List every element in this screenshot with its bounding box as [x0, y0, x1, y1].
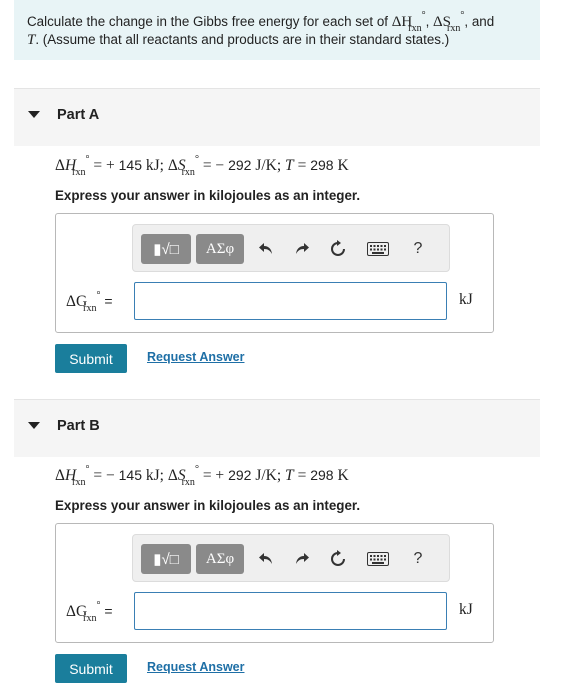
greek-symbols-button[interactable]: ΑΣφ [196, 234, 244, 264]
t-value: 298 [310, 467, 334, 483]
help-button[interactable]: ? [405, 545, 431, 573]
dh-unit: kJ; [145, 467, 164, 484]
problem-statement: Calculate the change in the Gibbs free e… [14, 0, 540, 60]
submit-button[interactable]: Submit [55, 654, 127, 683]
answer-box: ▮√□ ΑΣφ ? ΔGrxn° = kJ [55, 213, 494, 333]
ds-unit: J/K; [255, 467, 282, 484]
ds-value: 292 [228, 157, 252, 173]
templates-button[interactable]: ▮√□ [141, 234, 191, 264]
undo-icon[interactable] [253, 235, 279, 263]
ds-unit: J/K; [255, 157, 282, 174]
dh-symbol: ΔHrxn° = − [55, 463, 115, 489]
greek-symbols-button[interactable]: ΑΣφ [196, 544, 244, 574]
part-title: Part A [57, 107, 100, 123]
request-answer-link[interactable]: Request Answer [147, 350, 244, 364]
collapse-triangle-icon[interactable] [28, 111, 40, 118]
answer-label: ΔGrxn° = [66, 289, 113, 315]
instruction: Express your answer in kilojoules as an … [55, 188, 361, 203]
intro-ds-symbol: ΔSrxn° [433, 10, 465, 34]
t-value: 298 [310, 157, 334, 173]
t-unit: K [337, 157, 349, 174]
t-eq: = [297, 467, 307, 484]
answer-label: ΔGrxn° = [66, 599, 113, 625]
collapse-triangle-icon[interactable] [28, 422, 40, 429]
intro-text: Calculate the change in the Gibbs free e… [27, 14, 392, 29]
ds-symbol: ΔSrxn° = − [167, 153, 225, 179]
intro-text-end: . (Assume that all reactants and product… [35, 32, 450, 47]
dh-unit: kJ; [145, 157, 164, 174]
request-answer-link[interactable]: Request Answer [147, 660, 244, 674]
part-b-header[interactable]: Part B [14, 399, 540, 457]
help-button[interactable]: ? [405, 235, 431, 263]
ds-value: 292 [228, 467, 252, 483]
dh-value: 145 [118, 467, 142, 483]
given-values: ΔHrxn° = + 145 kJ; ΔSrxn° = − 292 J/K; T… [55, 153, 349, 179]
answer-input[interactable] [134, 282, 447, 320]
templates-button[interactable]: ▮√□ [141, 544, 191, 574]
redo-icon[interactable] [289, 545, 315, 573]
part-a-header[interactable]: Part A [14, 88, 540, 146]
part-title: Part B [57, 418, 100, 434]
instruction: Express your answer in kilojoules as an … [55, 498, 361, 513]
reset-icon[interactable] [325, 545, 351, 573]
dh-value: 145 [118, 157, 142, 173]
reset-icon[interactable] [325, 235, 351, 263]
dh-symbol: ΔHrxn° = + [55, 153, 115, 179]
t-symbol: T [285, 157, 294, 174]
answer-unit: kJ [459, 291, 473, 308]
t-symbol: T [285, 467, 294, 484]
ds-symbol: ΔSrxn° = + [167, 463, 225, 489]
t-eq: = [297, 157, 307, 174]
undo-icon[interactable] [253, 545, 279, 573]
redo-icon[interactable] [289, 235, 315, 263]
answer-box: ▮√□ ΑΣφ ? ΔGrxn° = kJ [55, 523, 494, 643]
keyboard-icon[interactable] [363, 235, 393, 263]
math-toolbar: ▮√□ ΑΣφ ? [132, 534, 450, 582]
keyboard-icon[interactable] [363, 545, 393, 573]
submit-button[interactable]: Submit [55, 344, 127, 373]
math-toolbar: ▮√□ ΑΣφ ? [132, 224, 450, 272]
answer-input[interactable] [134, 592, 447, 630]
answer-unit: kJ [459, 601, 473, 618]
t-unit: K [337, 467, 349, 484]
given-values: ΔHrxn° = − 145 kJ; ΔSrxn° = + 292 J/K; T… [55, 463, 349, 489]
intro-dh-symbol: ΔHrxn° [391, 10, 426, 34]
